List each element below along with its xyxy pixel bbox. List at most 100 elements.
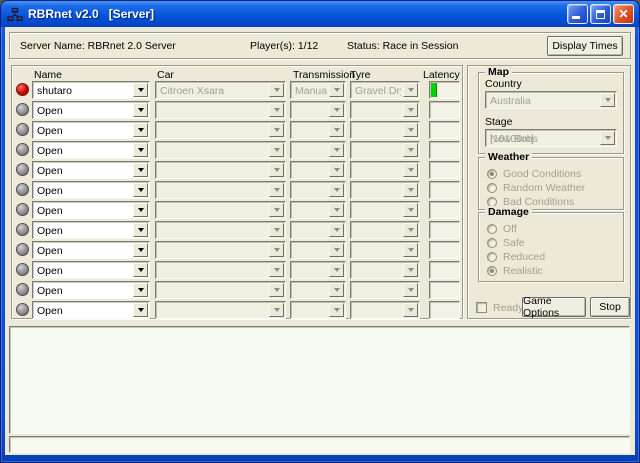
tyre-combo [350, 261, 420, 279]
player-name-combo[interactable]: Open [32, 161, 150, 179]
stop-button[interactable]: Stop [590, 297, 630, 317]
latency-meter [429, 181, 460, 199]
player-name: Open [37, 265, 63, 277]
dropdown-button [269, 243, 284, 257]
radio-option: Random Weather [487, 182, 585, 194]
chevron-down-icon [334, 88, 340, 92]
radio-option: Good Conditions [487, 168, 581, 180]
tyre-combo [350, 281, 420, 299]
chevron-down-icon [138, 208, 144, 212]
transmission-combo [290, 241, 346, 259]
dropdown-button [269, 123, 284, 137]
chevron-down-icon [334, 108, 340, 112]
player-name-combo[interactable]: Open [32, 181, 150, 199]
radio-icon [487, 183, 497, 193]
dropdown-button[interactable] [133, 243, 148, 257]
player-name: Open [37, 105, 63, 117]
player-name-combo[interactable]: Open [32, 221, 150, 239]
transmission-combo [290, 281, 346, 299]
latency-meter [429, 161, 460, 179]
chevron-down-icon [274, 148, 280, 152]
player-name-combo[interactable]: Open [32, 301, 150, 319]
chat-input[interactable] [9, 436, 630, 453]
chevron-down-icon [138, 268, 144, 272]
latency-meter [429, 281, 460, 299]
radio-option: Safe [487, 237, 525, 249]
tyre-combo [350, 161, 420, 179]
dropdown-button[interactable] [133, 203, 148, 217]
player-name-combo[interactable]: Open [32, 261, 150, 279]
status-text: Status: Race in Session [347, 40, 458, 52]
game-options-button[interactable]: Game Options [522, 297, 586, 317]
chevron-down-icon [138, 108, 144, 112]
display-times-button[interactable]: Display Times [547, 36, 623, 56]
chat-log [9, 326, 630, 434]
dropdown-button [403, 263, 418, 277]
dropdown-button[interactable] [133, 83, 148, 97]
dropdown-button[interactable] [133, 223, 148, 237]
ready-checkbox [476, 302, 487, 313]
chevron-down-icon [408, 308, 414, 312]
transmission-combo [290, 221, 346, 239]
status-indicator [16, 143, 29, 156]
tyre-combo [350, 101, 420, 119]
dropdown-button [269, 183, 284, 197]
status-indicator [16, 183, 29, 196]
car-value: Citroen Xsara [160, 85, 224, 97]
chevron-down-icon [274, 308, 280, 312]
minimize-button[interactable] [567, 4, 588, 24]
player-name-combo[interactable]: Open [32, 101, 150, 119]
chevron-down-icon [408, 268, 414, 272]
maximize-button[interactable] [590, 4, 611, 24]
player-name: Open [37, 165, 63, 177]
dropdown-button [403, 123, 418, 137]
status-indicator [16, 303, 29, 316]
title-bar[interactable]: RBRnet v2.0 [Server] ✕ [1, 1, 639, 27]
chevron-down-icon [138, 128, 144, 132]
chevron-down-icon [408, 168, 414, 172]
tyre-combo [350, 221, 420, 239]
tyre-combo [350, 241, 420, 259]
dropdown-button[interactable] [133, 263, 148, 277]
player-row: Open [12, 180, 462, 200]
player-name-combo[interactable]: Open [32, 281, 150, 299]
latency-meter [429, 241, 460, 259]
dropdown-button [329, 123, 344, 137]
dropdown-button [329, 143, 344, 157]
dropdown-button [329, 83, 344, 97]
player-name-combo[interactable]: Open [32, 121, 150, 139]
car-combo [155, 301, 286, 319]
dropdown-button[interactable] [133, 163, 148, 177]
radio-label: Random Weather [503, 182, 585, 194]
player-name-combo[interactable]: shutaro [32, 81, 150, 99]
status-indicator [16, 103, 29, 116]
dropdown-button[interactable] [133, 183, 148, 197]
car-combo: Citroen Xsara [155, 81, 286, 99]
player-name: Open [37, 125, 63, 137]
transmission-combo [290, 121, 346, 139]
player-name-combo[interactable]: Open [32, 201, 150, 219]
player-name-combo[interactable]: Open [32, 241, 150, 259]
car-combo [155, 181, 286, 199]
dropdown-button[interactable] [133, 123, 148, 137]
dropdown-button[interactable] [133, 303, 148, 317]
dropdown-button [269, 303, 284, 317]
radio-icon [487, 224, 497, 234]
chevron-down-icon [138, 168, 144, 172]
dropdown-button[interactable] [133, 283, 148, 297]
chevron-down-icon [274, 268, 280, 272]
players-count-text: Player(s): 1/12 [250, 40, 318, 52]
dropdown-button [403, 243, 418, 257]
close-button[interactable]: ✕ [613, 4, 634, 24]
dropdown-button[interactable] [133, 143, 148, 157]
dropdown-button [329, 183, 344, 197]
damage-title: Damage [485, 206, 532, 218]
player-name-combo[interactable]: Open [32, 141, 150, 159]
latency-meter [429, 201, 460, 219]
transmission-combo [290, 101, 346, 119]
transmission-combo [290, 141, 346, 159]
dropdown-button[interactable] [133, 103, 148, 117]
chevron-down-icon [138, 288, 144, 292]
chevron-down-icon [138, 188, 144, 192]
chevron-down-icon [408, 188, 414, 192]
